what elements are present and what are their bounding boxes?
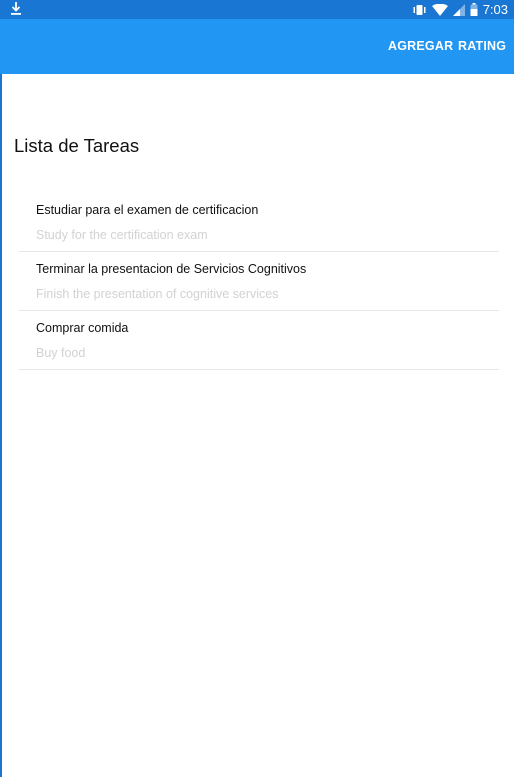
page-title: Lista de Tareas: [14, 135, 140, 156]
task-subtitle: Study for the certification exam: [36, 228, 208, 242]
task-item[interactable]: Terminar la presentacion de Servicios Co…: [19, 252, 499, 311]
task-title: Estudiar para el examen de certificacion: [36, 203, 259, 217]
status-time: 7:03: [482, 2, 508, 17]
vibrate-icon: [412, 4, 427, 16]
app-bar: AGREGAR RATING: [0, 19, 514, 74]
task-list: Estudiar para el examen de certificacion…: [19, 193, 499, 370]
task-subtitle: Finish the presentation of cognitive ser…: [36, 287, 279, 301]
rating-button[interactable]: RATING: [458, 38, 506, 54]
battery-icon: [470, 3, 478, 16]
task-item[interactable]: Estudiar para el examen de certificacion…: [19, 193, 499, 252]
status-icons: 7:03: [412, 0, 508, 19]
signal-icon: [452, 3, 465, 16]
task-title: Terminar la presentacion de Servicios Co…: [36, 262, 307, 276]
task-title: Comprar comida: [36, 321, 129, 335]
window-left-edge: [0, 0, 2, 777]
status-bar: 7:03: [0, 0, 514, 19]
agregar-button[interactable]: AGREGAR: [388, 38, 453, 54]
task-subtitle: Buy food: [36, 346, 86, 360]
task-item[interactable]: Comprar comida Buy food: [19, 311, 499, 370]
download-icon: [10, 1, 22, 19]
wifi-icon: [431, 3, 448, 16]
